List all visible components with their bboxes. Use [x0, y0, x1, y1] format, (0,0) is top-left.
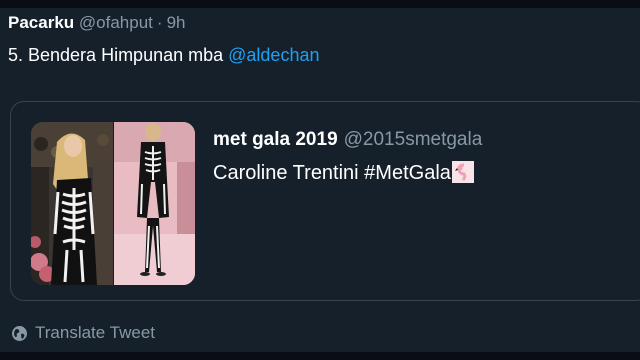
- tweet-screenshot: Pacarku @ofahput · 9h 5. Bendera Himpunan …: [0, 0, 640, 360]
- tweet-header: Pacarku @ofahput · 9h: [8, 13, 185, 33]
- quoted-tweet-card[interactable]: met gala 2019 @2015smetgala Caroline Tren…: [10, 101, 640, 301]
- tweet-timestamp[interactable]: 9h: [167, 13, 186, 32]
- mention-link[interactable]: @aldechan: [228, 45, 319, 65]
- tweet-text: 5. Bendera Himpunan mba: [8, 45, 229, 65]
- quoted-author-handle[interactable]: @2015smetgala: [344, 129, 483, 150]
- quoted-tweet-body: Caroline Trentini #MetGala: [213, 160, 474, 186]
- globe-icon: [12, 325, 27, 341]
- flamingo-emoji-icon: [451, 161, 474, 183]
- author-display-name[interactable]: Pacarku: [8, 13, 74, 32]
- quoted-tweet-text: Caroline Trentini #MetGala: [213, 162, 451, 184]
- header-separator: ·: [156, 13, 163, 32]
- quoted-tweet-header: met gala 2019 @2015smetgala: [213, 129, 482, 151]
- translate-tweet-label[interactable]: Translate Tweet: [35, 323, 155, 343]
- quoted-author-name[interactable]: met gala 2019: [213, 129, 338, 150]
- bottom-letterbox: [0, 352, 640, 360]
- tweet-body: 5. Bendera Himpunan mba @aldechan: [8, 44, 319, 66]
- translate-tweet-link[interactable]: Translate Tweet: [11, 323, 155, 343]
- red-carpet-photo: [31, 122, 195, 285]
- top-letterbox: [0, 0, 640, 8]
- quoted-tweet-photo[interactable]: [31, 122, 195, 285]
- author-handle[interactable]: @ofahput: [79, 13, 153, 32]
